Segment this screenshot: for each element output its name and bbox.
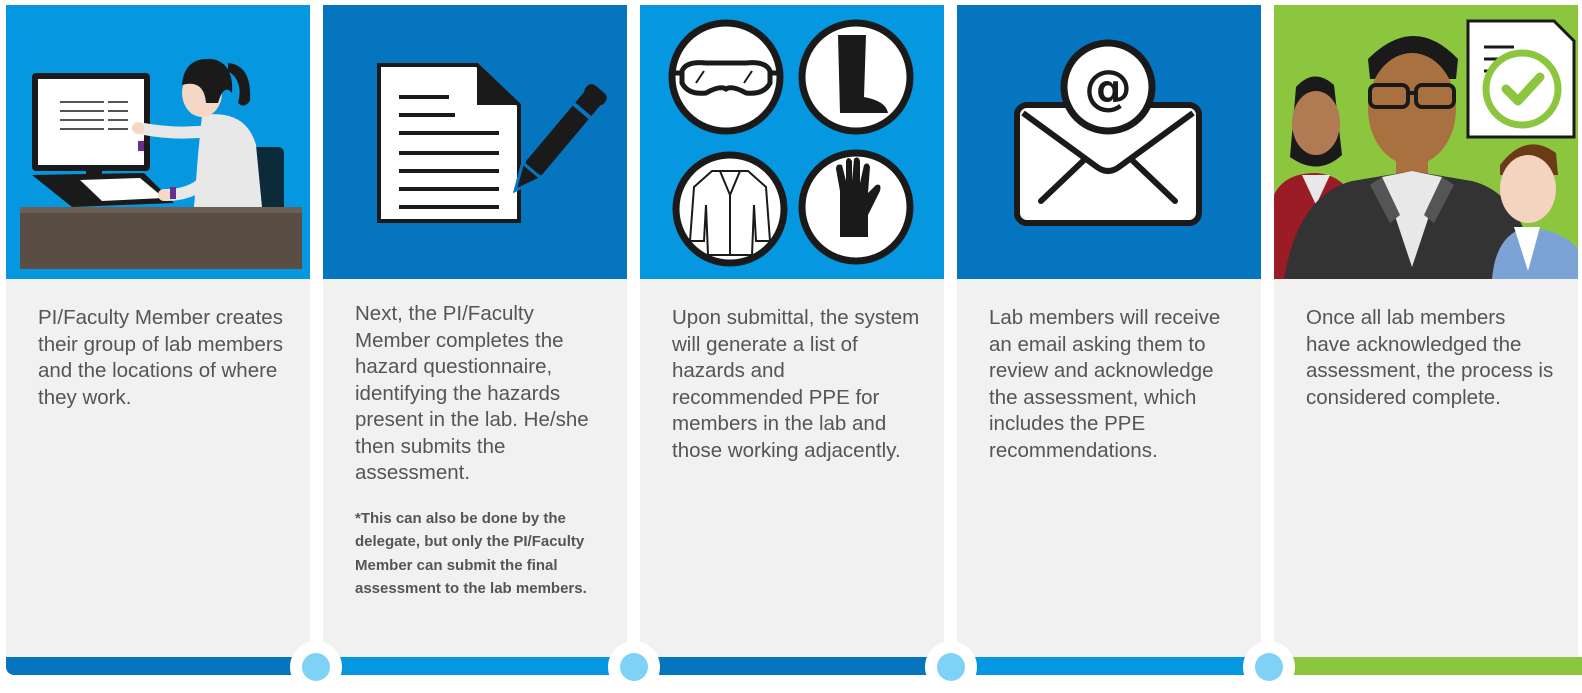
step-2-description: Next, the PI/Faculty Member completes th… xyxy=(355,302,589,484)
document-with-pen-icon xyxy=(323,5,627,279)
goggles-icon xyxy=(668,19,784,135)
step-3-description: Upon submittal, the system will generate… xyxy=(672,306,920,462)
scientist-at-computer-icon xyxy=(6,5,310,279)
progress-node-4 xyxy=(1243,641,1295,693)
step-4-panel: @ Lab members will receive an email aski… xyxy=(957,5,1261,657)
svg-text:@: @ xyxy=(1084,60,1132,116)
progress-bar-segment-5 xyxy=(1270,657,1582,675)
glove-icon xyxy=(798,149,914,265)
step-4-text: Lab members will receive an email asking… xyxy=(989,305,1237,464)
step-2-panel: Next, the PI/Faculty Member completes th… xyxy=(323,5,627,657)
progress-node-3 xyxy=(925,641,977,693)
progress-bar-segment-3 xyxy=(634,657,952,675)
progress-node-1 xyxy=(290,641,342,693)
team-with-checked-document-icon xyxy=(1274,5,1578,279)
email-envelope-icon: @ xyxy=(957,5,1261,279)
step-5-panel: Once all lab members have acknowledged t… xyxy=(1274,5,1578,657)
progress-node-2 xyxy=(608,641,660,693)
progress-bar-segment-2 xyxy=(316,657,634,675)
step-5-text: Once all lab members have acknowledged t… xyxy=(1306,305,1554,411)
step-4-description: Lab members will receive an email asking… xyxy=(989,306,1221,462)
step-1-text: PI/Faculty Member creates their group of… xyxy=(38,305,286,411)
step-1-description: PI/Faculty Member creates their group of… xyxy=(38,306,283,409)
boot-icon xyxy=(798,19,914,135)
step-2-text: Next, the PI/Faculty Member completes th… xyxy=(355,301,603,601)
step-5-description: Once all lab members have acknowledged t… xyxy=(1306,306,1554,409)
step-2-note: *This can also be done by the delegate, … xyxy=(355,509,587,598)
step-1-panel: PI/Faculty Member creates their group of… xyxy=(6,5,310,657)
progress-bar-segment-4 xyxy=(952,657,1270,675)
progress-bar-segment-1 xyxy=(6,657,316,675)
step-3-text: Upon submittal, the system will generate… xyxy=(672,305,920,464)
lab-coat-icon xyxy=(672,151,788,267)
step-3-panel: Upon submittal, the system will generate… xyxy=(640,5,944,657)
ppe-icons xyxy=(640,5,944,279)
